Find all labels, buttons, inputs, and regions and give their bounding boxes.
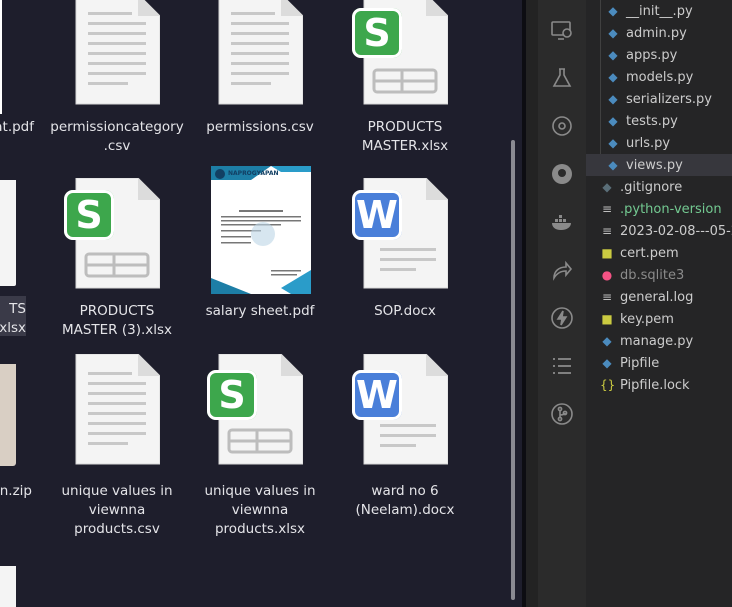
python-file-icon: ◆ <box>608 26 618 40</box>
spreadsheet-badge-icon: S <box>64 190 114 240</box>
explorer-item-label: 2023-02-08---05-23 <box>620 224 732 239</box>
spreadsheet-badge-icon: S <box>207 370 257 420</box>
file-tile-partial-bottom[interactable] <box>0 566 16 607</box>
json-braces-icon: {} <box>600 378 616 392</box>
file-label: salary sheet.pdf <box>205 303 315 319</box>
explorer-item[interactable]: {} Pipfile.lock <box>586 374 732 396</box>
file-label: TS xlsx <box>0 301 26 336</box>
file-label: ward no 6 (Neelam).docx <box>355 483 455 518</box>
file-label: at.pdf <box>0 119 34 135</box>
word-badge-icon: W <box>352 190 402 240</box>
explorer-item[interactable]: ≡ .python-version <box>586 198 732 220</box>
file-explorer-tree: ◆ __init__.py ◆ admin.py ◆ apps.py ◆ models.py ◆… <box>586 0 732 607</box>
explorer-item[interactable]: ◆ .gitignore <box>586 176 732 198</box>
explorer-item[interactable]: ◆ manage.py <box>586 330 732 352</box>
pdf-thumbnail: NAPROGYAPAN <box>211 166 311 294</box>
file-label: unique values in viewnna products.csv <box>61 483 173 537</box>
explorer-item-label: __init__.py <box>626 4 693 19</box>
explorer-item-label: general.log <box>620 290 694 305</box>
explorer-item-label: .gitignore <box>620 180 683 195</box>
explorer-item-label: views.py <box>626 158 683 173</box>
explorer-item[interactable]: ◆ urls.py <box>586 132 732 154</box>
git-file-icon: ◆ <box>602 180 612 194</box>
explorer-item[interactable]: ■ cert.pem <box>586 242 732 264</box>
pdf-thumbnail-partial <box>0 0 2 114</box>
explorer-item[interactable]: ◆ Pipfile <box>586 352 732 374</box>
explorer-item-label: apps.py <box>626 48 678 63</box>
activity-bar <box>526 0 586 607</box>
spreadsheet-badge-icon: S <box>352 8 402 58</box>
explorer-item[interactable]: ◆ __init__.py <box>586 0 732 22</box>
python-file-icon: ◆ <box>608 136 618 150</box>
github-icon[interactable] <box>550 162 574 186</box>
text-file-icon: ≡ <box>601 202 613 216</box>
explorer-item[interactable]: ◆ tests.py <box>586 110 732 132</box>
explorer-item[interactable]: ≡ 2023-02-08---05-23 <box>586 220 732 242</box>
scrollbar-thumb[interactable] <box>511 140 515 600</box>
word-file-icon: W <box>352 178 448 289</box>
explorer-item-label: key.pem <box>620 312 674 327</box>
python-file-icon: ◆ <box>602 334 612 348</box>
word-file-icon: W <box>352 354 448 465</box>
file-label: permissioncategory .csv <box>50 119 184 154</box>
lock-icon: ■ <box>601 312 613 326</box>
python-file-icon: ◆ <box>608 4 618 18</box>
explorer-item[interactable]: ◆ models.py <box>586 66 732 88</box>
explorer-item-label: Pipfile <box>620 356 660 371</box>
spreadsheet-file-icon: S <box>207 354 303 465</box>
remote-explorer-icon[interactable] <box>550 18 574 42</box>
file-label: SOP.docx <box>374 303 436 319</box>
explorer-item-label: tests.py <box>626 114 678 129</box>
file-label: permissions.csv <box>206 119 314 135</box>
explorer-item[interactable]: ◆ views.py <box>586 154 732 176</box>
explorer-item[interactable]: ■ key.pem <box>586 308 732 330</box>
docker-icon[interactable] <box>550 210 574 234</box>
thumbnail-brand: NAPROGYAPAN <box>228 170 279 177</box>
word-badge-icon: W <box>352 370 402 420</box>
python-file-icon: ◆ <box>608 114 618 128</box>
python-file-icon: ◆ <box>608 48 618 62</box>
python-file-icon: ◆ <box>602 356 612 370</box>
activity-bar-edge <box>526 0 538 607</box>
text-file-icon <box>74 354 160 465</box>
lightning-icon[interactable] <box>550 306 574 330</box>
text-file-icon <box>74 0 160 105</box>
spreadsheet-file-icon: S <box>64 178 160 289</box>
explorer-item[interactable]: ● db.sqlite3 <box>586 264 732 286</box>
database-icon: ● <box>601 268 613 282</box>
file-label: PRODUCTS MASTER.xlsx <box>361 119 449 154</box>
explorer-item-label: Pipfile.lock <box>620 378 690 393</box>
explorer-item[interactable]: ≡ general.log <box>586 286 732 308</box>
archive-file-icon-partial <box>0 364 16 466</box>
lock-icon: ■ <box>601 246 613 260</box>
spreadsheet-file-icon: S <box>352 0 448 105</box>
file-label: unique values in viewnna products.xlsx <box>204 483 316 537</box>
spreadsheet-file-icon-partial <box>0 180 16 286</box>
explorer-item[interactable]: ◆ serializers.py <box>586 88 732 110</box>
file-manager-grid: at.pdf permissioncategory .csv permissio… <box>0 0 522 607</box>
file-label: PRODUCTS MASTER (3).xlsx <box>61 303 173 338</box>
explorer-item-label: urls.py <box>626 136 671 151</box>
file-label: n.zip <box>0 483 32 499</box>
live-share-icon[interactable] <box>550 258 574 282</box>
explorer-item-label: .python-version <box>620 202 722 217</box>
flask-icon[interactable] <box>550 66 574 90</box>
python-file-icon: ◆ <box>608 92 618 106</box>
explorer-item-label: serializers.py <box>626 92 712 107</box>
text-file-icon <box>217 0 303 105</box>
text-file-icon: ≡ <box>601 224 613 238</box>
explorer-item-label: models.py <box>626 70 694 85</box>
python-file-icon: ◆ <box>608 158 618 172</box>
explorer-item[interactable]: ◆ admin.py <box>586 22 732 44</box>
python-file-icon: ◆ <box>608 70 618 84</box>
text-file-icon: ≡ <box>601 290 613 304</box>
explorer-item-label: manage.py <box>620 334 694 349</box>
explorer-item-label: admin.py <box>626 26 687 41</box>
explorer-item-label: db.sqlite3 <box>620 268 685 283</box>
explorer-item-label: cert.pem <box>620 246 679 261</box>
source-control-icon[interactable] <box>550 114 574 138</box>
checklist-icon[interactable] <box>550 354 574 378</box>
explorer-item[interactable]: ◆ apps.py <box>586 44 732 66</box>
git-graph-icon[interactable] <box>550 402 574 426</box>
